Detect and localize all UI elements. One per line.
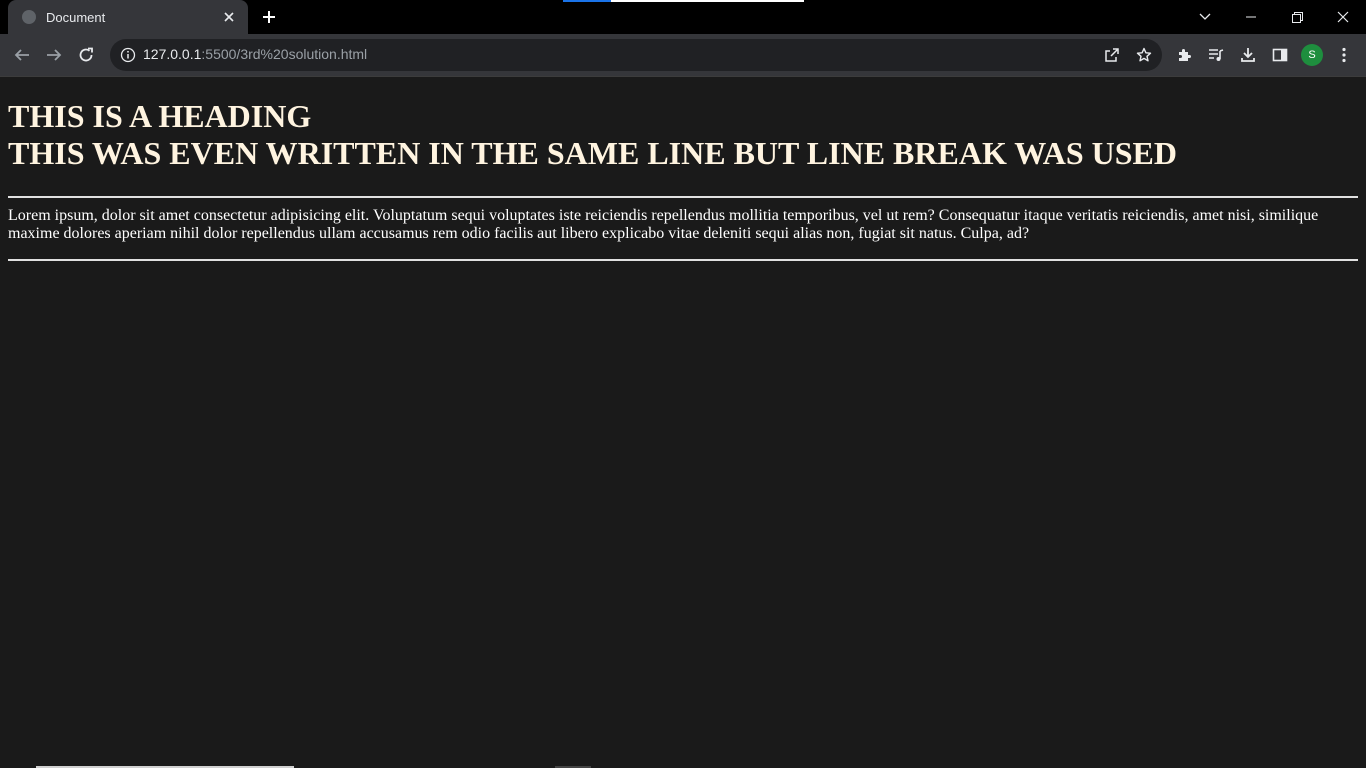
minimize-button[interactable]	[1228, 0, 1274, 34]
extensions-icon[interactable]	[1168, 39, 1200, 71]
page-heading: THIS IS A HEADING THIS WAS EVEN WRITTEN I…	[8, 98, 1358, 172]
close-tab-icon[interactable]	[220, 8, 238, 26]
profile-avatar[interactable]: S	[1301, 44, 1323, 66]
share-icon[interactable]	[1096, 39, 1128, 71]
browser-tab[interactable]: Document	[8, 0, 248, 34]
horizontal-rule-top	[8, 196, 1358, 198]
page-content: THIS IS A HEADING THIS WAS EVEN WRITTEN I…	[0, 77, 1366, 768]
url-host: 127.0.0.1	[143, 46, 202, 62]
back-button[interactable]	[6, 39, 38, 71]
lorem-paragraph: Lorem ipsum, dolor sit amet consectetur …	[8, 207, 1319, 242]
address-bar[interactable]: 127.0.0.1:5500/3rd%20solution.html	[110, 39, 1162, 71]
download-icon[interactable]	[1232, 39, 1264, 71]
horizontal-rule-bottom	[8, 259, 1358, 261]
forward-button[interactable]	[38, 39, 70, 71]
menu-icon[interactable]	[1328, 39, 1360, 71]
restore-button[interactable]	[1274, 0, 1320, 34]
reload-button[interactable]	[70, 39, 102, 71]
globe-icon	[22, 10, 36, 24]
new-tab-button[interactable]	[256, 4, 282, 30]
heading-line-2: THIS WAS EVEN WRITTEN IN THE SAME LINE B…	[8, 135, 1177, 171]
media-control-icon[interactable]	[1200, 39, 1232, 71]
heading-line-1: THIS IS A HEADING	[8, 98, 312, 134]
url-text[interactable]: 127.0.0.1:5500/3rd%20solution.html	[143, 46, 367, 62]
side-panel-icon[interactable]	[1264, 39, 1296, 71]
title-bar: Document	[0, 0, 1366, 34]
top-accent-bar	[563, 0, 804, 2]
site-info-icon[interactable]	[120, 47, 136, 63]
close-window-button[interactable]	[1320, 0, 1366, 34]
tab-search-button[interactable]	[1182, 0, 1228, 34]
bookmark-star-icon[interactable]	[1128, 39, 1160, 71]
url-path: :5500/3rd%20solution.html	[201, 46, 368, 62]
tab-title: Document	[46, 9, 106, 25]
